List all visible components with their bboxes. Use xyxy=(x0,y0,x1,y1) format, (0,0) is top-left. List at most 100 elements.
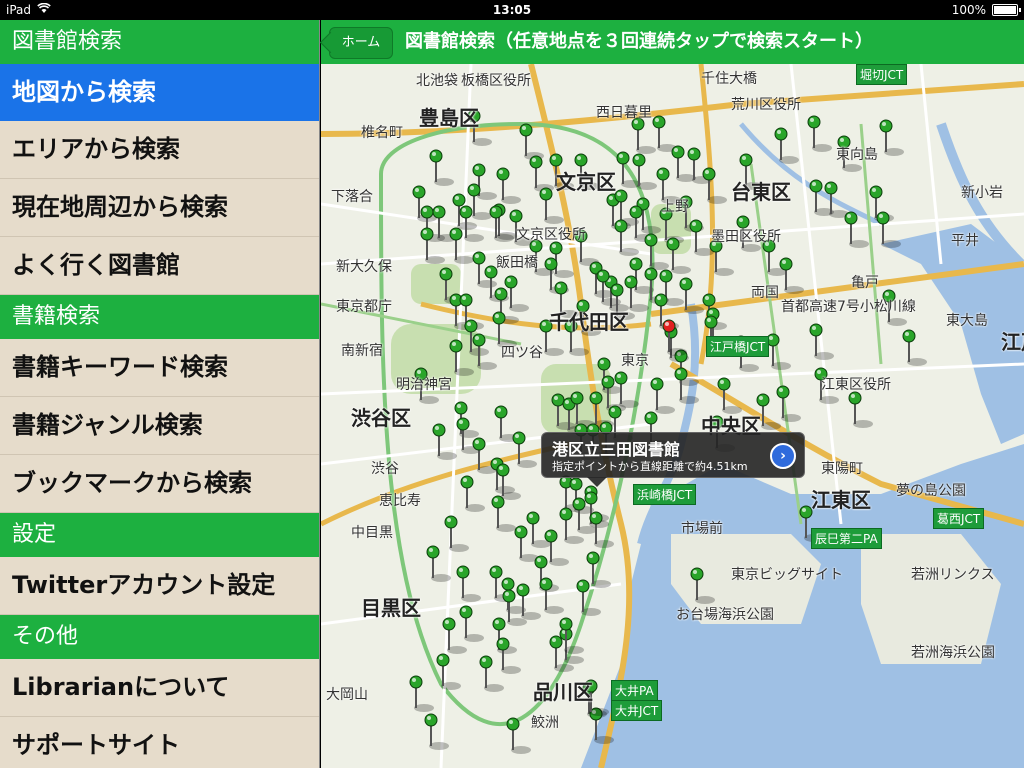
library-pin[interactable] xyxy=(807,115,832,152)
map-label: 文京区 xyxy=(556,170,616,194)
library-pin[interactable] xyxy=(702,167,727,204)
sidebar-item-books-1[interactable]: 書籍ジャンル検索 xyxy=(0,397,320,455)
library-pin[interactable] xyxy=(902,329,927,366)
sidebar-item-books-2[interactable]: ブックマークから検索 xyxy=(0,455,320,513)
library-pin[interactable] xyxy=(496,463,521,500)
library-pin[interactable] xyxy=(491,495,516,532)
map-label: 恵比寿 xyxy=(379,493,421,509)
library-pin[interactable] xyxy=(496,637,521,674)
library-pin[interactable] xyxy=(766,333,791,370)
map-label: 東向島 xyxy=(836,147,878,163)
map-label: 新大久保 xyxy=(336,259,392,275)
map-label: 荒川区役所 xyxy=(731,97,801,113)
library-pin[interactable] xyxy=(496,167,521,204)
map-junction-label: 堀切JCT xyxy=(856,64,908,85)
callout-subtitle: 指定ポイントから直線距離で約4.51km xyxy=(552,460,748,473)
map-label: 千住大橋 xyxy=(701,71,757,87)
sidebar-item-books-0[interactable]: 書籍キーワード検索 xyxy=(0,339,320,397)
library-pin[interactable] xyxy=(776,385,801,422)
map-label: 墨田区役所 xyxy=(711,229,781,245)
library-pin[interactable] xyxy=(848,391,873,428)
map-label: 南新宿 xyxy=(341,343,383,359)
map-label: 西日暮里 xyxy=(596,105,652,121)
library-pin[interactable] xyxy=(876,211,901,248)
library-pin[interactable] xyxy=(444,515,469,552)
map-label: 下落合 xyxy=(331,189,373,205)
disclosure-button[interactable]: › xyxy=(770,443,796,469)
library-pin[interactable] xyxy=(631,117,656,154)
sidebar-item-search-3[interactable]: よく行く図書館 xyxy=(0,237,320,295)
map-label: 平井 xyxy=(951,233,979,249)
library-pin[interactable] xyxy=(460,475,485,512)
map-label: 品川区 xyxy=(533,680,593,704)
map-label: 東大島 xyxy=(946,313,988,329)
library-pin[interactable] xyxy=(456,565,481,602)
library-pin[interactable] xyxy=(426,545,451,582)
map-label: 東陽町 xyxy=(821,461,863,477)
map-junction-label: 葛西JCT xyxy=(933,508,985,529)
library-pin[interactable] xyxy=(429,149,454,186)
library-pin[interactable] xyxy=(652,115,677,152)
library-pin[interactable] xyxy=(879,119,904,156)
map-label: 千代田区 xyxy=(549,310,629,334)
section-header-other: その他 xyxy=(0,615,320,659)
map-label: 東京 xyxy=(621,353,649,369)
sidebar-item-search-2[interactable]: 現在地周辺から検索 xyxy=(0,179,320,237)
map-junction-label: 浜崎橋JCT xyxy=(633,484,697,505)
map-label: 飯田橋 xyxy=(496,255,538,271)
home-back-button[interactable]: ホーム xyxy=(329,27,393,59)
map-label: 東京ビッグサイト xyxy=(731,567,843,583)
library-pin[interactable] xyxy=(489,205,514,242)
map-label: 椎名町 xyxy=(361,125,403,141)
map-label: 渋谷区 xyxy=(351,406,411,430)
map-label: 明治神宮 xyxy=(396,377,452,393)
library-pin[interactable] xyxy=(650,377,675,414)
library-pin[interactable] xyxy=(424,713,449,750)
map-label: 目黒区 xyxy=(361,596,421,620)
library-pin[interactable] xyxy=(526,511,551,548)
map-base xyxy=(321,64,1024,768)
map-label: 上野 xyxy=(661,199,689,215)
map-label: 両国 xyxy=(751,285,779,301)
library-pin[interactable] xyxy=(506,717,531,754)
sidebar-item-settings-0[interactable]: Twitterアカウント設定 xyxy=(0,557,320,615)
library-pin[interactable] xyxy=(459,605,484,642)
sidebar-item-other-1[interactable]: サポートサイト xyxy=(0,717,320,768)
battery-icon xyxy=(992,4,1021,16)
map-view[interactable]: 北池袋 板橋区役所 千住大橋 豊島区 西日暮里 荒川区役所 椎名町 東向島 文京区 台東区 下落合新… xyxy=(321,64,1024,768)
map-callout[interactable]: 港区立三田図書館 指定ポイントから直線距離で約4.51km › xyxy=(541,432,805,487)
library-pin[interactable] xyxy=(504,275,529,312)
map-label: 北池袋 xyxy=(416,73,458,89)
map-label: 台東区 xyxy=(731,180,791,204)
sidebar-divider xyxy=(319,20,320,768)
sidebar-item-search-1[interactable]: エリアから検索 xyxy=(0,121,320,179)
sidebar-item-search-0[interactable]: 地図から検索 xyxy=(0,64,320,121)
section-header-books: 書籍検索 xyxy=(0,295,320,339)
sidebar: 図書館検索 地図から検索 エリアから検索 現在地周辺から検索 よく行く図書館 書籍検索… xyxy=(0,20,320,768)
library-pin[interactable] xyxy=(779,257,804,294)
library-pin[interactable] xyxy=(539,577,564,614)
map-junction-label: 大井JCT xyxy=(611,700,663,721)
map-label: 江東区役所 xyxy=(821,377,891,393)
map-label: 夢の島公園 xyxy=(896,483,966,499)
selected-point-pin[interactable] xyxy=(662,319,687,356)
map-label: 大岡山 xyxy=(326,687,368,703)
sidebar-title: 図書館検索 xyxy=(0,20,320,64)
map-label: お台場海浜公園 xyxy=(676,607,774,623)
battery-percent: 100% xyxy=(951,3,986,17)
library-pin[interactable] xyxy=(516,583,541,620)
library-pin[interactable] xyxy=(519,123,544,160)
map-label: 若洲リンクス xyxy=(911,567,995,583)
library-pin[interactable] xyxy=(420,227,445,264)
library-pin[interactable] xyxy=(409,675,434,712)
nav-title: 図書館検索（任意地点を３回連続タップで検索スタート） xyxy=(405,31,873,52)
map-label: 市場前 xyxy=(681,521,723,537)
map-label: 首都高速7号小松川線 xyxy=(781,299,916,315)
library-pin[interactable] xyxy=(479,655,504,692)
section-header-settings: 設定 xyxy=(0,513,320,557)
map-label: 鮫洲 xyxy=(531,715,559,731)
map-junction-label: 江戸橋JCT xyxy=(706,336,770,357)
library-pin[interactable] xyxy=(774,127,799,164)
sidebar-item-other-0[interactable]: Librarianについて xyxy=(0,659,320,717)
map-label: 文京区役所 xyxy=(516,227,586,243)
